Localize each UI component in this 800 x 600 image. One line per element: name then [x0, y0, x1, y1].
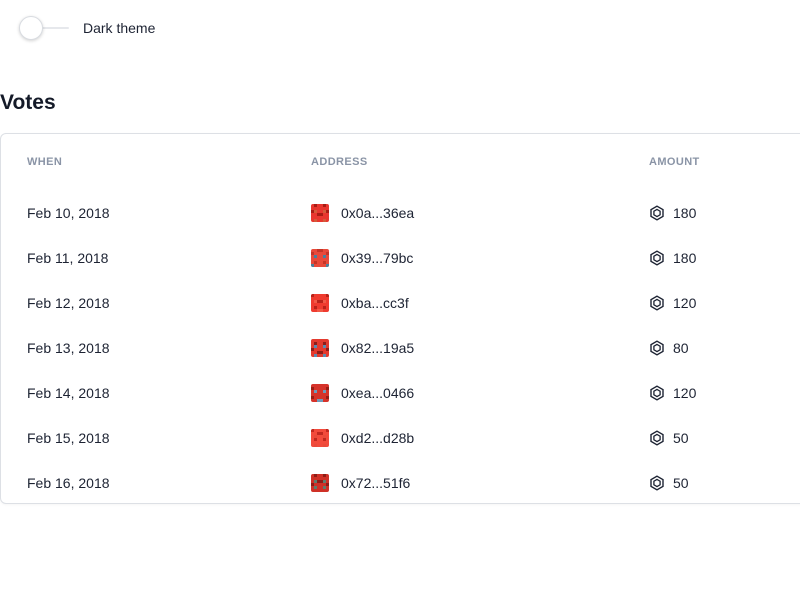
vote-address[interactable]: 0x0a...36ea	[341, 205, 414, 221]
table-row[interactable]: Feb 10, 2018 0x0a...36ea 180	[1, 190, 800, 235]
token-hexagon-icon	[650, 204, 664, 221]
vote-address[interactable]: 0xea...0466	[341, 385, 414, 401]
dark-theme-setting: Dark theme	[19, 15, 155, 41]
vote-address-cell: 0xea...0466	[311, 370, 649, 415]
vote-amount: 120	[673, 384, 697, 401]
amount-wrapper: 80	[649, 340, 800, 356]
vote-amount: 80	[673, 339, 689, 356]
vote-date: Feb 12, 2018	[27, 294, 110, 311]
amount-wrapper: 120	[649, 295, 800, 311]
vote-address-cell: 0xba...cc3f	[311, 280, 649, 325]
column-header-when: WHEN	[27, 156, 63, 168]
address-wrapper: 0xba...cc3f	[311, 293, 649, 312]
identicon-avatar-icon	[311, 428, 329, 447]
identicon-avatar-icon	[311, 293, 329, 312]
amount-wrapper: 180	[649, 205, 800, 221]
vote-address[interactable]: 0xba...cc3f	[341, 295, 409, 311]
dark-theme-label: Dark theme	[83, 20, 156, 36]
token-hexagon-icon	[650, 249, 664, 266]
vote-address[interactable]: 0x72...51f6	[341, 475, 410, 491]
address-wrapper: 0x0a...36ea	[311, 203, 649, 222]
dark-theme-toggle[interactable]	[19, 15, 69, 41]
column-header-address: ADDRESS	[311, 156, 368, 168]
votes-table-card: WHEN ADDRESS AMOUNT Feb 10, 2018 0x0a...3…	[0, 133, 800, 504]
table-row[interactable]: Feb 13, 2018 0x82...19a5 80	[1, 325, 800, 370]
votes-title: Votes	[0, 91, 56, 114]
vote-date: Feb 14, 2018	[27, 384, 110, 401]
vote-address[interactable]: 0xd2...d28b	[341, 430, 414, 446]
amount-wrapper: 180	[649, 250, 800, 266]
vote-amount: 180	[673, 204, 697, 221]
vote-amount: 180	[673, 249, 697, 266]
votes-table-body: Feb 10, 2018 0x0a...36ea 180 Feb 11, 2018 0x…	[1, 190, 800, 505]
table-row[interactable]: Feb 16, 2018 0x72...51f6 50	[1, 460, 800, 505]
identicon-avatar-icon	[311, 338, 329, 357]
token-hexagon-icon	[650, 339, 664, 356]
vote-amount-cell: 120	[649, 370, 800, 415]
vote-address-cell: 0x72...51f6	[311, 460, 649, 505]
identicon-avatar-icon	[311, 203, 329, 222]
vote-amount-cell: 120	[649, 280, 800, 325]
vote-amount-cell: 80	[649, 325, 800, 370]
table-row[interactable]: Feb 11, 2018 0x39...79bc 180	[1, 235, 800, 280]
identicon-avatar-icon	[311, 248, 329, 267]
table-row[interactable]: Feb 15, 2018 0xd2...d28b 50	[1, 415, 800, 460]
vote-date: Feb 10, 2018	[27, 204, 110, 221]
identicon-avatar-icon	[311, 473, 329, 492]
vote-amount: 50	[673, 474, 689, 491]
table-row[interactable]: Feb 12, 2018 0xba...cc3f 120	[1, 280, 800, 325]
vote-address[interactable]: 0x82...19a5	[341, 340, 414, 356]
address-wrapper: 0x39...79bc	[311, 248, 649, 267]
token-hexagon-icon	[650, 429, 664, 446]
vote-address[interactable]: 0x39...79bc	[341, 250, 413, 266]
amount-wrapper: 50	[649, 430, 800, 446]
vote-date: Feb 15, 2018	[27, 429, 110, 446]
vote-address-cell: 0x39...79bc	[311, 235, 649, 280]
vote-amount: 120	[673, 294, 697, 311]
token-hexagon-icon	[650, 384, 664, 401]
address-wrapper: 0x72...51f6	[311, 473, 649, 492]
vote-amount-cell: 50	[649, 460, 800, 505]
address-wrapper: 0xea...0466	[311, 383, 649, 402]
column-header-amount: AMOUNT	[649, 156, 700, 168]
amount-wrapper: 120	[649, 385, 800, 401]
table-row[interactable]: Feb 14, 2018 0xea...0466 120	[1, 370, 800, 415]
address-wrapper: 0x82...19a5	[311, 338, 649, 357]
vote-amount: 50	[673, 429, 689, 446]
table-header-row: WHEN ADDRESS AMOUNT	[1, 134, 800, 190]
vote-address-cell: 0x0a...36ea	[311, 190, 649, 235]
vote-date: Feb 11, 2018	[27, 249, 109, 266]
votes-table: WHEN ADDRESS AMOUNT Feb 10, 2018 0x0a...3…	[1, 134, 800, 505]
vote-amount-cell: 50	[649, 415, 800, 460]
amount-wrapper: 50	[649, 475, 800, 491]
token-hexagon-icon	[650, 294, 664, 311]
vote-amount-cell: 180	[649, 190, 800, 235]
vote-date: Feb 13, 2018	[27, 339, 110, 356]
address-wrapper: 0xd2...d28b	[311, 428, 649, 447]
vote-date: Feb 16, 2018	[27, 474, 110, 491]
identicon-avatar-icon	[311, 383, 329, 402]
vote-address-cell: 0x82...19a5	[311, 325, 649, 370]
toggle-knob[interactable]	[19, 16, 43, 40]
token-hexagon-icon	[650, 474, 664, 491]
vote-amount-cell: 180	[649, 235, 800, 280]
vote-address-cell: 0xd2...d28b	[311, 415, 649, 460]
